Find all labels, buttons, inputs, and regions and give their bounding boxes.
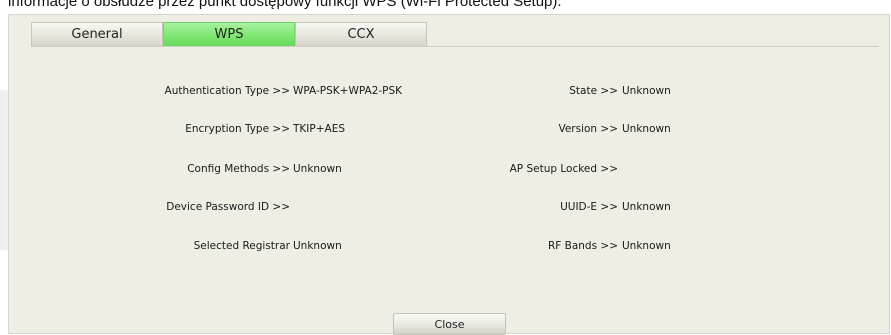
page-caption: informacje o obsłudze przez punkt dostęp… (8, 0, 562, 10)
rf-bands-value: Unknown (622, 240, 671, 252)
wps-fields: Authentication Type >> WPA-PSK+WPA2-PSK … (9, 15, 889, 333)
authentication-type-value: WPA-PSK+WPA2-PSK (293, 85, 403, 97)
uuid-e-value: Unknown (622, 201, 671, 213)
ap-setup-locked-label: AP Setup Locked >> (509, 163, 618, 175)
state-value: Unknown (622, 85, 671, 97)
selected-registrar-value: Unknown (293, 240, 342, 252)
version-label: Version >> (558, 123, 618, 135)
wps-info-panel: General WPS CCX Authentication Type >> W… (8, 14, 890, 335)
authentication-type-label: Authentication Type >> (164, 85, 290, 97)
config-methods-label: Config Methods >> (187, 163, 290, 175)
config-methods-value: Unknown (293, 163, 342, 175)
encryption-type-label: Encryption Type >> (185, 123, 290, 135)
encryption-type-value: TKIP+AES (293, 123, 346, 135)
version-value: Unknown (622, 123, 671, 135)
device-password-id-label: Device Password ID >> (166, 201, 290, 213)
close-button[interactable]: Close (393, 313, 506, 335)
state-label: State >> (569, 85, 618, 97)
selected-registrar-label: Selected Registrar (193, 240, 290, 252)
rf-bands-label: RF Bands >> (547, 240, 618, 252)
uuid-e-label: UUID-E >> (560, 201, 618, 213)
